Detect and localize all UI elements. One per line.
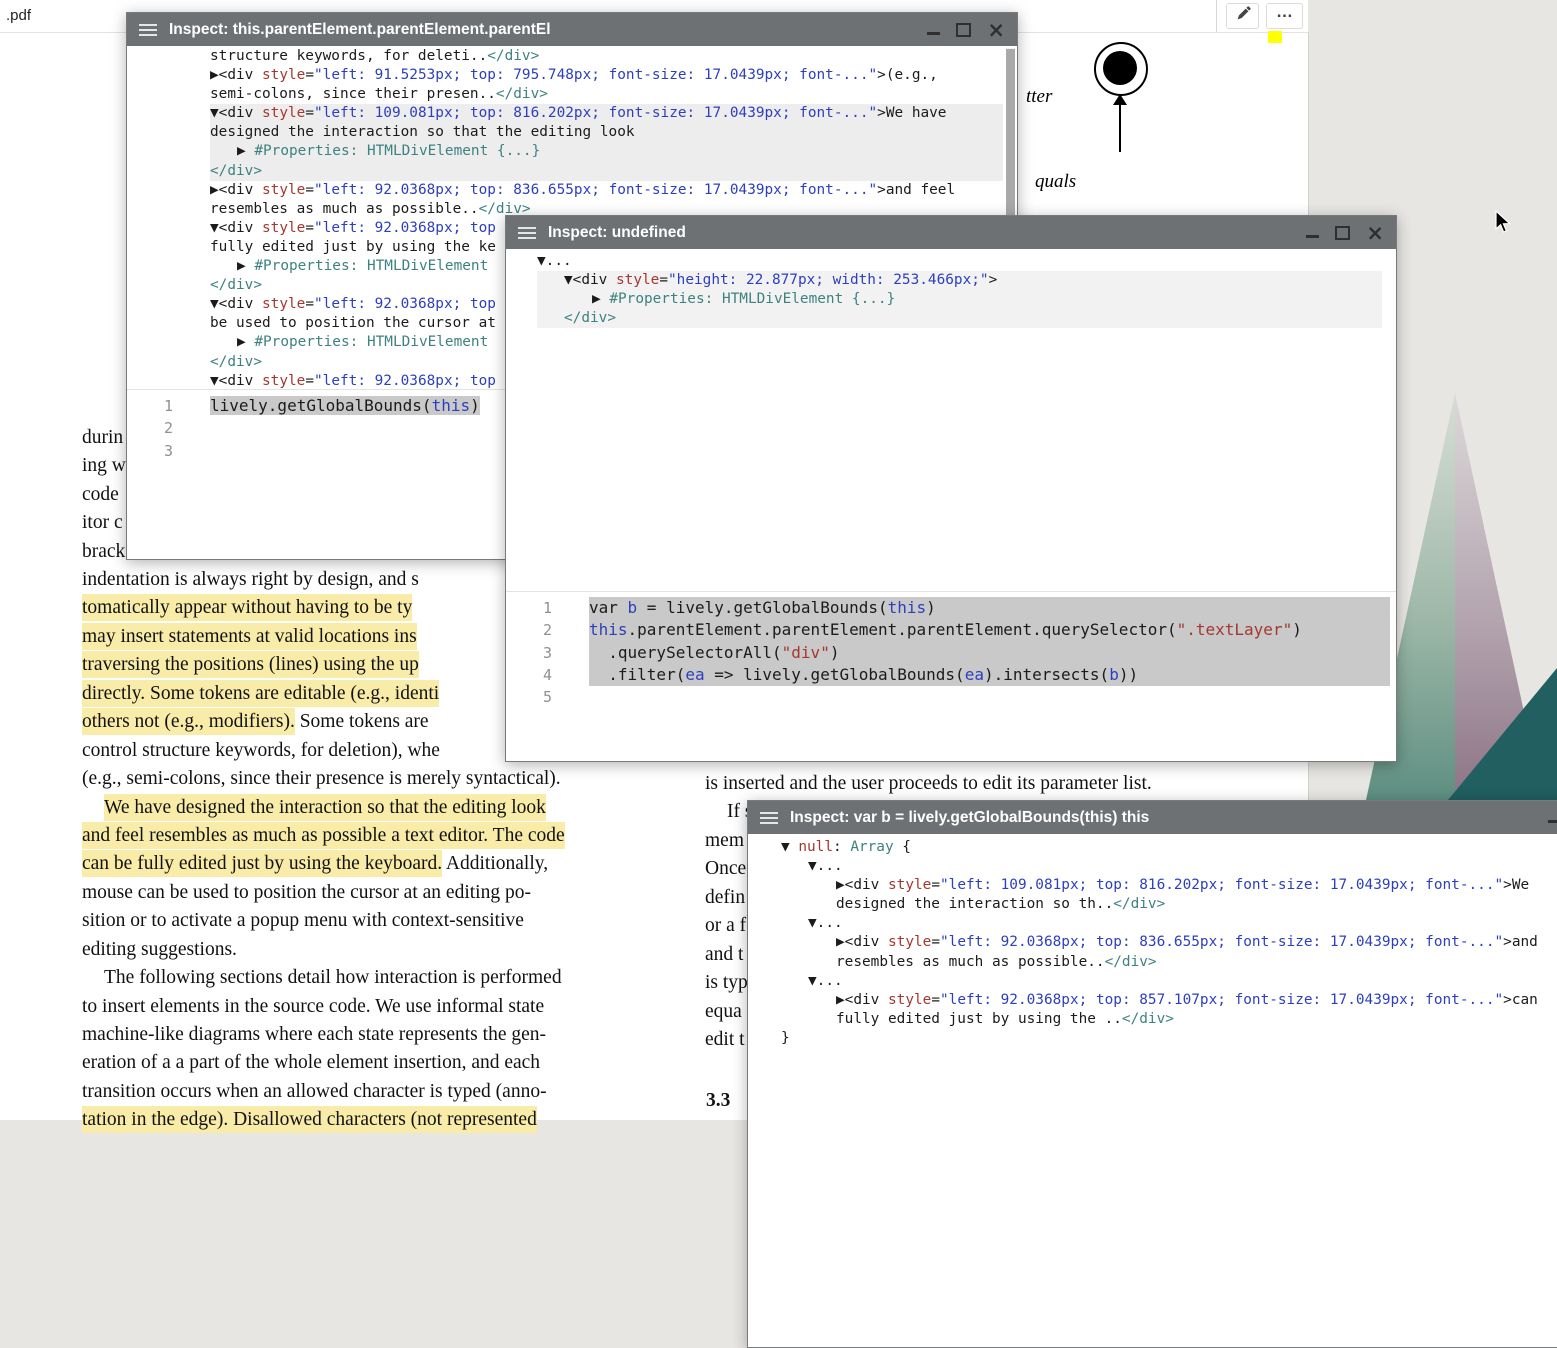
edit-button[interactable] [1226,3,1259,29]
code-editor[interactable]: 1 var b = lively.getGlobalBounds(this) 2 th… [506,591,1396,763]
tree-row[interactable]: ▶<div style="left: 92.0368px; top: 836.6… [781,933,1557,952]
tree-row[interactable]: ▼... [781,914,1557,933]
edge-label-bottom: quals [1035,171,1076,193]
tree-row[interactable]: ▼<div style="left: 109.081px; top: 816.2… [210,104,1003,123]
tree-row[interactable]: ▶<div style="left: 109.081px; top: 816.2… [781,876,1557,895]
tree-row[interactable]: semi-colons, since their presen..</div> [210,85,1003,104]
code-row[interactable]: 2 this.parentElement.parentElement.parent… [506,619,1396,641]
toolbar-divider [1216,0,1217,32]
pdf-text-line: eration of a a part of the whole element… [82,1049,682,1077]
line-number: 1 [127,395,183,417]
code-row[interactable]: 1 var b = lively.getGlobalBounds(this) [506,597,1396,619]
code-line[interactable]: this.parentElement.parentElement.parentE… [589,619,1390,641]
tree-row[interactable]: ▶ #Properties: HTMLDivElement {...} [210,142,1003,161]
tree-row[interactable]: designed the interaction so th..</div> [781,895,1557,914]
pdf-text-line: is inserted and the user proceeds to edi… [705,770,1285,798]
code-row[interactable]: 5 [506,686,1396,708]
window-title: Inspect: var b = lively.getGlobalBounds(… [790,809,1536,827]
dom-tree-panel: ▼...▼<div style="height: 22.877px; width… [506,249,1396,591]
line-number: 1 [506,597,562,619]
ellipsis-icon: … [1276,2,1293,22]
window-title: Inspect: this.parentElement.parentElemen… [169,21,915,39]
yellow-marker [1268,31,1282,43]
tree-row[interactable]: ▼... [781,857,1557,876]
tree-row[interactable]: ▶ #Properties: HTMLDivElement {...} [537,290,1382,309]
tree-row[interactable]: ▶<div style="left: 92.0368px; top: 836.6… [210,181,1003,200]
window-title: Inspect: undefined [548,224,1294,242]
pdf-filename: .pdf [6,7,31,24]
edge-label-top: tter [1026,86,1052,108]
mouse-cursor [1494,210,1516,239]
minimize-icon[interactable] [927,32,940,35]
tree-row[interactable]: ▼... [781,972,1557,991]
tree-row[interactable]: ▼ null: Array { [781,838,1557,857]
code-row[interactable]: 4 .filter(ea => lively.getGlobalBounds(e… [506,664,1396,686]
window-menu-icon[interactable] [139,24,157,36]
more-options-button[interactable]: … [1266,3,1303,29]
line-number: 2 [506,619,562,641]
pdf-text-line: The following sections detail how intera… [82,964,682,992]
line-number: 3 [127,440,183,462]
maximize-icon[interactable] [956,23,971,37]
pdf-text-line: sition or to activate a popup menu with … [82,907,682,935]
pdf-text-line: We have designed the interaction so that… [82,794,682,822]
inspector-window-2: Inspect: undefined × ▼...▼<div style="he… [505,215,1397,762]
section-number: 3.3 [706,1090,730,1112]
pdf-text-line: mouse can be used to position the cursor… [82,879,682,907]
window-titlebar[interactable]: Inspect: this.parentElement.parentElemen… [127,13,1017,46]
arrow-head-icon [1113,94,1127,105]
minimize-icon[interactable] [1548,820,1557,823]
state-circle-inner [1103,51,1137,85]
tree-row[interactable]: </div> [210,162,1003,181]
pdf-text-line: can be fully edited just by using the ke… [82,850,682,878]
code-line[interactable]: var b = lively.getGlobalBounds(this) [589,597,1390,619]
window-titlebar[interactable]: Inspect: undefined × [506,216,1396,249]
code-line[interactable]: .filter(ea => lively.getGlobalBounds(ea)… [589,664,1390,686]
tree-row[interactable]: </div> [537,309,1382,328]
window-menu-icon[interactable] [518,227,536,239]
dom-tree-panel: ▼ null: Array {▼...▶<div style="left: 10… [748,834,1557,1348]
line-number: 4 [506,664,562,686]
tree-row[interactable]: ▶<div style="left: 91.5253px; top: 795.7… [210,66,1003,85]
pdf-text-line: tation in the edge). Disallowed characte… [82,1106,682,1134]
code-row[interactable]: 3 .querySelectorAll("div") [506,642,1396,664]
tree-row[interactable]: ▼... [537,252,1382,271]
tree-row[interactable]: ▼<div style="height: 22.877px; width: 25… [537,271,1382,290]
tree-row[interactable]: fully edited just by using the ..</div> [781,1010,1557,1029]
maximize-icon[interactable] [1335,226,1350,240]
tree-row[interactable]: resembles as much as possible..</div> [781,953,1557,972]
line-number: 3 [506,642,562,664]
window-menu-icon[interactable] [760,812,778,824]
tree-row[interactable]: ▶<div style="left: 92.0368px; top: 857.1… [781,991,1557,1010]
line-number: 2 [127,417,183,439]
pdf-text-line: and feel resembles as much as possible a… [82,822,682,850]
tree-row[interactable]: designed the interaction so that the edi… [210,123,1003,142]
code-line[interactable]: lively.getGlobalBounds(this) [210,396,480,415]
minimize-icon[interactable] [1306,235,1319,238]
pdf-text-line: transition occurs when an allowed charac… [82,1078,682,1106]
pdf-text-line: to insert elements in the source code. W… [82,993,682,1021]
code-line[interactable]: .querySelectorAll("div") [589,642,1390,664]
arrow-line [1119,104,1121,152]
pdf-text-line: machine-like diagrams where each state r… [82,1021,682,1049]
tree-row[interactable]: } [781,1029,1557,1048]
close-icon[interactable]: × [1366,224,1384,242]
scrollbar-thumb[interactable] [1006,49,1015,219]
line-number: 5 [506,686,562,708]
inspector-window-3: Inspect: var b = lively.getGlobalBounds(… [747,800,1557,1348]
tree-row[interactable]: structure keywords, for deleti..</div> [210,47,1003,66]
window-titlebar[interactable]: Inspect: var b = lively.getGlobalBounds(… [748,801,1557,834]
pdf-text-line: (e.g., semi-colons, since their presence… [82,765,682,793]
close-icon[interactable]: × [987,21,1005,39]
pencil-icon [1234,5,1252,28]
pdf-text-line: editing suggestions. [82,936,682,964]
